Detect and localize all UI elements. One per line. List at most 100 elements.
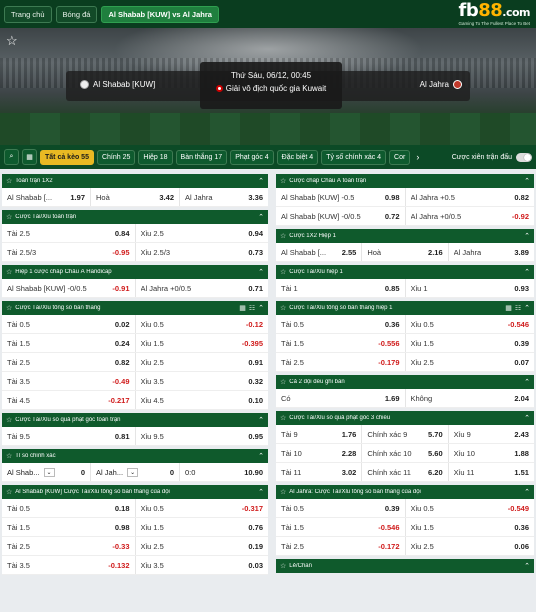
market-header[interactable]: ☆ Lẻ/Chẵn ⌃ xyxy=(276,559,534,573)
filter-all[interactable]: Tất cả kèo 55 xyxy=(40,149,94,165)
favorite-star-icon[interactable]: ☆ xyxy=(6,33,18,49)
odds-cell[interactable]: Tài 9.5 0.81 xyxy=(2,427,136,445)
odds-cell[interactable]: Tài 1.5 0.24 xyxy=(2,334,136,352)
star-icon[interactable]: ☆ xyxy=(6,416,12,424)
fb88-logo[interactable]: fb88.com Gaming To The Fullest Place To … xyxy=(458,1,532,26)
odds-cell[interactable]: Xỉu 11 1.51 xyxy=(449,463,534,481)
odds-cell[interactable]: Xỉu 1.5 0.39 xyxy=(406,334,535,352)
chevron-up-icon[interactable]: ⌃ xyxy=(258,416,264,424)
odds-cell[interactable]: Xỉu 2.5/3 0.73 xyxy=(136,243,269,261)
market-header[interactable]: ☆ Cược Tài/Xỉu tổng số bàn thắng ▦ ☷ ⌃ xyxy=(2,301,268,315)
odds-cell[interactable]: Al Jahra 3.36 xyxy=(180,188,268,206)
star-icon[interactable]: ☆ xyxy=(280,488,286,496)
odds-cell[interactable]: Xỉu 0.5 -0.549 xyxy=(406,499,535,517)
filter-more[interactable]: Cor xyxy=(389,149,411,165)
odds-cell[interactable]: Tài 2.5/3 -0.95 xyxy=(2,243,136,261)
odds-cell[interactable]: Al Shabab [... 2.55 xyxy=(276,243,363,261)
market-header[interactable]: ☆ Cược Tài/Xỉu số quả phạt góc 3 chiều ⌃ xyxy=(276,411,534,425)
chevron-up-icon[interactable]: ⌃ xyxy=(524,562,530,570)
filter-half[interactable]: Hiệp 18 xyxy=(138,149,173,165)
star-icon[interactable]: ☆ xyxy=(280,562,286,570)
chevron-right-icon[interactable]: › xyxy=(413,152,422,162)
odds-cell[interactable]: Xỉu 0.5 -0.317 xyxy=(136,499,269,517)
filter-correct-score[interactable]: Tỷ số chính xác 4 xyxy=(321,149,387,165)
dropdown-icon[interactable]: ⌄ xyxy=(127,467,139,477)
nav-home-button[interactable]: Trang chủ xyxy=(4,5,52,23)
filter-special[interactable]: Đặc biệt 4 xyxy=(276,149,319,165)
odds-cell[interactable]: Xỉu 2.5 0.06 xyxy=(406,537,535,555)
odds-cell[interactable]: Xỉu 2.5 0.94 xyxy=(136,224,269,242)
chevron-up-icon[interactable]: ⌃ xyxy=(258,488,264,496)
odds-cell[interactable]: Tài 0.5 0.18 xyxy=(2,499,136,517)
odds-cell[interactable]: Al Jahra 3.89 xyxy=(449,243,534,261)
odds-cell[interactable]: Xỉu 1.5 0.36 xyxy=(406,518,535,536)
odds-cell[interactable]: Al Shabab [KUW] -0/0.5 0.72 xyxy=(276,207,406,225)
nav-match-button[interactable]: Al Shabab [KUW] vs Al Jahra xyxy=(101,5,219,23)
filter-main[interactable]: Chính 25 xyxy=(96,149,136,165)
filter-corners[interactable]: Phạt góc 4 xyxy=(230,149,274,165)
market-header[interactable]: ☆ Hiệp 1 cược chấp Châu Á Handicap ⌃ xyxy=(2,265,268,279)
chevron-up-icon[interactable]: ⌃ xyxy=(258,177,264,185)
chevron-up-icon[interactable]: ⌃ xyxy=(258,268,264,276)
chevron-up-icon[interactable]: ⌃ xyxy=(524,304,530,312)
grid-view-icon[interactable]: ▦ xyxy=(22,149,37,165)
star-icon[interactable]: ☆ xyxy=(280,304,286,312)
dropdown-icon[interactable]: ⌄ xyxy=(43,467,55,477)
odds-cell[interactable]: Tài 2.5 0.82 xyxy=(2,353,136,371)
star-icon[interactable]: ☆ xyxy=(6,268,12,276)
odds-cell[interactable]: Xỉu 3.5 0.03 xyxy=(136,556,269,574)
star-icon[interactable]: ☆ xyxy=(280,378,286,386)
parlay-switch[interactable] xyxy=(516,152,532,162)
odds-cell[interactable]: Tài 0.5 0.02 xyxy=(2,315,136,333)
market-header[interactable]: ☆ Tỉ số chính xác ⌃ xyxy=(2,449,268,463)
market-header[interactable]: ☆ Al Jahra: Cược Tài/Xỉu tổng số bàn thắn… xyxy=(276,485,534,499)
odds-cell[interactable]: Al Jahra +0/0.5 0.71 xyxy=(136,279,269,297)
market-header[interactable]: ☆ Cả 2 đội đều ghi bàn ⌃ xyxy=(276,375,534,389)
odds-cell[interactable]: Tài 10 2.28 xyxy=(276,444,363,462)
market-header[interactable]: ☆ Cược Tài/Xỉu tổng số bàn thắng hiệp 1 ▦ ☷… xyxy=(276,301,534,315)
odds-cell[interactable]: Chính xác 9 5.70 xyxy=(362,425,449,443)
filter-goals[interactable]: Bàn thắng 17 xyxy=(175,149,228,165)
odds-cell[interactable]: Tài 0.5 0.36 xyxy=(276,315,406,333)
market-header[interactable]: ☆ Cược chấp Châu Á toàn trận ⌃ xyxy=(276,174,534,188)
odds-cell[interactable]: Xỉu 2.5 0.07 xyxy=(406,353,535,371)
star-icon[interactable]: ☆ xyxy=(6,177,12,185)
odds-cell[interactable]: Xỉu 1.5 -0.395 xyxy=(136,334,269,352)
grid-icon[interactable]: ▦ xyxy=(505,304,512,312)
nav-football-button[interactable]: Bóng đá xyxy=(55,5,98,23)
odds-cell[interactable]: Xỉu 10 1.88 xyxy=(449,444,534,462)
market-header[interactable]: ☆ Al Shabab [KUW] Cược Tài/Xỉu tổng số bà… xyxy=(2,485,268,499)
odds-cell[interactable]: Al Jahra +0/0.5 -0.92 xyxy=(406,207,535,225)
odds-cell[interactable]: Tài 3.5 -0.49 xyxy=(2,372,136,390)
odds-cell[interactable]: Xỉu 3.5 0.32 xyxy=(136,372,269,390)
star-icon[interactable]: ☆ xyxy=(280,232,286,240)
chevron-up-icon[interactable]: ⌃ xyxy=(524,268,530,276)
chevron-up-icon[interactable]: ⌃ xyxy=(524,232,530,240)
star-icon[interactable]: ☆ xyxy=(6,213,12,221)
cs-home[interactable]: Al Shab... ⌄ 0 xyxy=(2,463,91,481)
chevron-up-icon[interactable]: ⌃ xyxy=(524,488,530,496)
odds-cell[interactable]: Xỉu 9.5 0.95 xyxy=(136,427,269,445)
odds-cell[interactable]: Không 2.04 xyxy=(406,389,535,407)
chevron-up-icon[interactable]: ⌃ xyxy=(524,177,530,185)
parlay-toggle[interactable]: Cược xiên trận đấu xyxy=(452,152,532,162)
list-icon[interactable]: ☷ xyxy=(515,304,521,312)
chevron-up-icon[interactable]: ⌃ xyxy=(258,304,264,312)
odds-cell[interactable]: Tài 2.5 -0.33 xyxy=(2,537,136,555)
market-header[interactable]: ☆ Cược 1X2 Hiệp 1 ⌃ xyxy=(276,229,534,243)
odds-cell[interactable]: Chính xác 10 5.60 xyxy=(362,444,449,462)
odds-cell[interactable]: Al Jahra +0.5 0.82 xyxy=(406,188,535,206)
market-header[interactable]: ☆ Toàn trận 1X2 ⌃ xyxy=(2,174,268,188)
odds-cell[interactable]: Tài 1.5 0.98 xyxy=(2,518,136,536)
odds-cell[interactable]: Xỉu 1.5 0.76 xyxy=(136,518,269,536)
star-icon[interactable]: ☆ xyxy=(280,268,286,276)
odds-cell[interactable]: Tài 1.5 -0.556 xyxy=(276,334,406,352)
odds-cell[interactable]: Tài 9 1.76 xyxy=(276,425,363,443)
odds-cell[interactable]: Xỉu 2.5 0.91 xyxy=(136,353,269,371)
grid-icon[interactable]: ▦ xyxy=(239,304,246,312)
odds-cell[interactable]: Tài 1 0.85 xyxy=(276,279,406,297)
odds-cell[interactable]: Hoà 2.16 xyxy=(362,243,449,261)
star-icon[interactable]: ☆ xyxy=(6,452,12,460)
odds-cell[interactable]: Tài 4.5 -0.217 xyxy=(2,391,136,409)
odds-cell[interactable]: Xỉu 0.5 -0.12 xyxy=(136,315,269,333)
